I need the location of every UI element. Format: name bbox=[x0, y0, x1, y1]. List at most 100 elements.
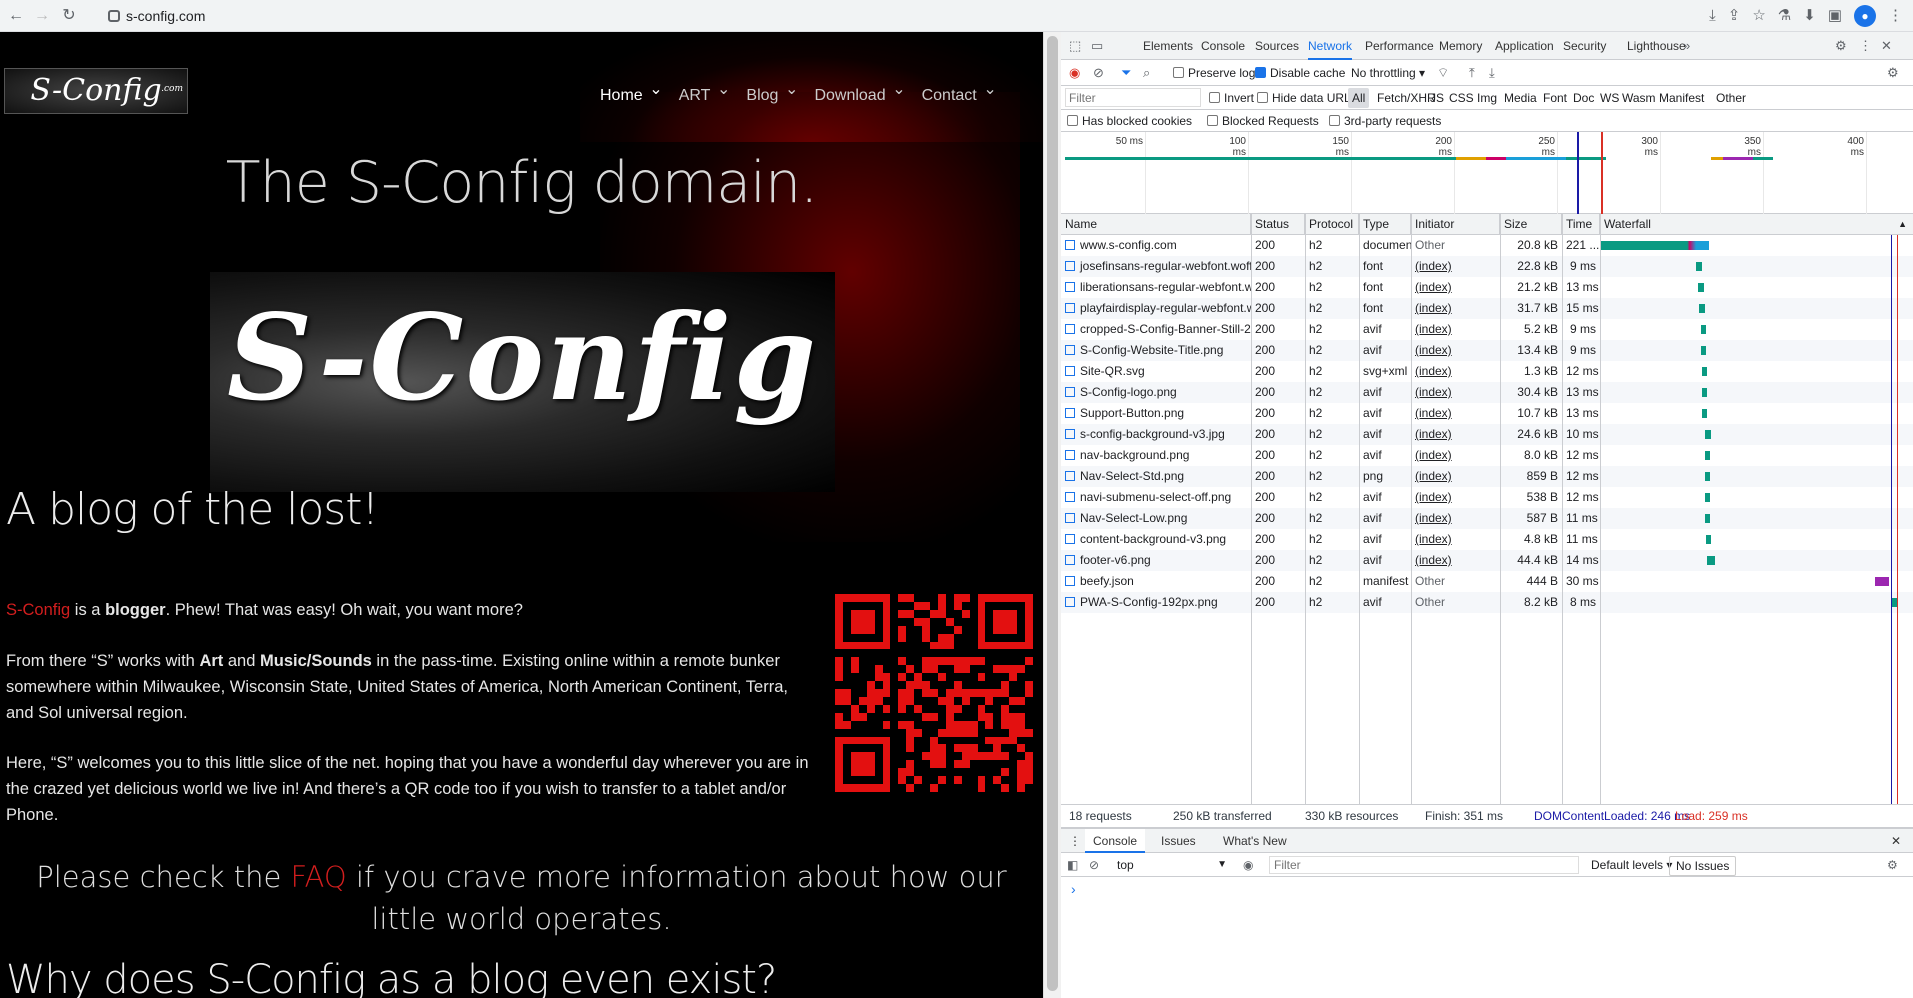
side-panel-icon[interactable]: ▣ bbox=[1828, 5, 1842, 27]
tab-security[interactable]: Security bbox=[1563, 32, 1606, 60]
device-toolbar-icon[interactable]: ▭ bbox=[1091, 36, 1103, 56]
clear-icon[interactable]: ⊘ bbox=[1093, 63, 1104, 83]
cell-initiator[interactable]: (index) bbox=[1411, 529, 1500, 550]
page-scrollbar[interactable] bbox=[1043, 32, 1061, 998]
scrollbar-thumb[interactable] bbox=[1047, 36, 1058, 991]
cell-initiator[interactable]: (index) bbox=[1411, 424, 1500, 445]
network-settings-icon[interactable]: ⚙ bbox=[1887, 63, 1899, 83]
menu-kebab-icon[interactable]: ⋮ bbox=[1888, 5, 1903, 27]
filter-funnel-icon[interactable]: ⏷ bbox=[1121, 63, 1131, 83]
col-size[interactable]: Size bbox=[1500, 214, 1562, 235]
s-config-link[interactable]: S-Config bbox=[6, 601, 70, 619]
tab-elements[interactable]: Elements bbox=[1143, 32, 1193, 60]
cell-initiator[interactable]: (index) bbox=[1411, 256, 1500, 277]
drawer-menu-icon[interactable]: ⋮ bbox=[1069, 829, 1081, 853]
cell-initiator[interactable]: (index) bbox=[1411, 403, 1500, 424]
type-filter-manifest[interactable]: Manifest bbox=[1659, 88, 1704, 108]
cell-initiator[interactable]: (index) bbox=[1411, 508, 1500, 529]
faq-link[interactable]: FAQ bbox=[291, 860, 347, 894]
tab-console[interactable]: Console bbox=[1201, 32, 1245, 60]
table-row[interactable]: footer-v6.png 200 h2 avif (index) 44.4 kB 14 m… bbox=[1061, 550, 1913, 571]
col-type[interactable]: Type bbox=[1359, 214, 1411, 235]
settings-gear-icon[interactable]: ⚙ bbox=[1835, 36, 1847, 56]
cell-initiator[interactable]: (index) bbox=[1411, 361, 1500, 382]
col-name[interactable]: Name bbox=[1061, 214, 1251, 235]
import-har-icon[interactable]: ⤒ bbox=[1469, 63, 1475, 83]
close-drawer-icon[interactable]: ✕ bbox=[1891, 829, 1901, 853]
nav-item-blog[interactable]: Blog bbox=[746, 70, 798, 116]
search-icon[interactable]: ⌕ bbox=[1143, 63, 1150, 83]
table-row[interactable]: liberationsans-regular-webfont.woff2 200 h… bbox=[1061, 277, 1913, 298]
preserve-log-checkbox[interactable]: Preserve log bbox=[1173, 63, 1255, 83]
type-filter-font[interactable]: Font bbox=[1543, 88, 1567, 108]
log-levels-select[interactable]: Default levels ▾ bbox=[1591, 853, 1672, 877]
clear-console-icon[interactable]: ⊘ bbox=[1089, 853, 1099, 877]
blocked-cookies-checkbox[interactable]: Has blocked cookies bbox=[1067, 111, 1192, 131]
forward-icon[interactable]: → bbox=[30, 5, 54, 27]
inspect-element-icon[interactable]: ⬚ bbox=[1069, 36, 1081, 56]
address-bar[interactable]: s-config.com bbox=[108, 4, 1608, 28]
table-row[interactable]: nav-background.png 200 h2 avif (index) 8.0 kB… bbox=[1061, 445, 1913, 466]
nav-item-art[interactable]: ART bbox=[679, 70, 730, 116]
cell-initiator[interactable]: (index) bbox=[1411, 466, 1500, 487]
cell-initiator[interactable]: (index) bbox=[1411, 445, 1500, 466]
install-icon[interactable]: ⤓ bbox=[1709, 5, 1716, 27]
drawer-tab-console[interactable]: Console bbox=[1085, 829, 1146, 853]
third-party-checkbox[interactable]: 3rd-party requests bbox=[1329, 111, 1441, 131]
bookmark-star-icon[interactable]: ☆ bbox=[1752, 5, 1765, 27]
disable-cache-checkbox[interactable]: Disable cache bbox=[1255, 63, 1345, 83]
tab-application[interactable]: Application bbox=[1495, 32, 1554, 60]
console-prompt[interactable]: › bbox=[1071, 881, 1076, 897]
tab-network[interactable]: Network bbox=[1308, 32, 1353, 60]
col-protocol[interactable]: Protocol bbox=[1305, 214, 1359, 235]
invert-checkbox[interactable]: Invert bbox=[1209, 88, 1254, 108]
type-filter-js[interactable]: JS bbox=[1430, 88, 1444, 108]
table-row[interactable]: Nav-Select-Std.png 200 h2 png (index) 859 B 12… bbox=[1061, 466, 1913, 487]
table-row[interactable]: navi-submenu-select-off.png 200 h2 avif (ind… bbox=[1061, 487, 1913, 508]
site-logo[interactable]: S-Config .com bbox=[4, 68, 188, 114]
table-row[interactable]: josefinsans-regular-webfont.woff2 200 h2 fo… bbox=[1061, 256, 1913, 277]
downloads-icon[interactable]: ⬇ bbox=[1803, 5, 1816, 27]
drawer-tab-whats-new[interactable]: What's New bbox=[1223, 829, 1287, 853]
type-filter-doc[interactable]: Doc bbox=[1573, 88, 1594, 108]
table-row[interactable]: Site-QR.svg 200 h2 svg+xml (index) 1.3 kB 12 m… bbox=[1061, 361, 1913, 382]
record-icon[interactable]: ◉ bbox=[1069, 63, 1080, 83]
labs-icon[interactable]: ⚗ bbox=[1778, 5, 1791, 27]
cell-initiator[interactable]: (index) bbox=[1411, 340, 1500, 361]
type-filter-other[interactable]: Other bbox=[1716, 88, 1746, 108]
drawer-tab-issues[interactable]: Issues bbox=[1161, 829, 1196, 853]
more-tabs-icon[interactable]: » bbox=[1683, 36, 1690, 56]
table-row[interactable]: cropped-S-Config-Banner-Still-240... 200 h… bbox=[1061, 319, 1913, 340]
type-filter-all[interactable]: All bbox=[1348, 88, 1370, 108]
nav-item-contact[interactable]: Contact bbox=[922, 70, 997, 116]
blocked-requests-checkbox[interactable]: Blocked Requests bbox=[1207, 111, 1319, 131]
table-row[interactable]: playfairdisplay-regular-webfont.woff2 200… bbox=[1061, 298, 1913, 319]
cell-initiator[interactable]: (index) bbox=[1411, 298, 1500, 319]
network-overview-timeline[interactable]: 50 ms 100 ms 150 ms 200 ms 250 ms 300 ms 350 m… bbox=[1061, 132, 1913, 214]
cell-initiator[interactable]: (index) bbox=[1411, 319, 1500, 340]
tab-performance[interactable]: Performance bbox=[1365, 32, 1434, 60]
table-row[interactable]: Support-Button.png 200 h2 avif (index) 10.7 k… bbox=[1061, 403, 1913, 424]
cell-initiator[interactable]: (index) bbox=[1411, 487, 1500, 508]
nav-item-home[interactable]: Home bbox=[600, 70, 662, 116]
profile-avatar[interactable]: ● bbox=[1854, 5, 1876, 27]
network-conditions-icon[interactable]: ⌔ bbox=[1437, 63, 1449, 83]
console-filter-input[interactable] bbox=[1269, 856, 1579, 874]
table-row[interactable]: beefy.json 200 h2 manifest Other 444 B 30 ms bbox=[1061, 571, 1913, 592]
type-filter-fetch[interactable]: Fetch/XHR bbox=[1377, 88, 1436, 108]
tab-sources[interactable]: Sources bbox=[1255, 32, 1299, 60]
console-settings-icon[interactable]: ⚙ bbox=[1887, 853, 1898, 877]
hide-data-urls-checkbox[interactable]: Hide data URLs bbox=[1257, 88, 1357, 108]
nav-item-download[interactable]: Download bbox=[814, 70, 905, 116]
col-waterfall[interactable]: Waterfall ▲ bbox=[1600, 214, 1913, 235]
table-row[interactable]: Nav-Select-Low.png 200 h2 avif (index) 587 B 1… bbox=[1061, 508, 1913, 529]
throttling-select[interactable]: No throttling ▾ bbox=[1351, 63, 1425, 83]
export-har-icon[interactable]: ⤓ bbox=[1489, 63, 1495, 83]
type-filter-img[interactable]: Img bbox=[1477, 88, 1497, 108]
type-filter-wasm[interactable]: Wasm bbox=[1622, 88, 1656, 108]
type-filter-ws[interactable]: WS bbox=[1600, 88, 1619, 108]
tab-lighthouse[interactable]: Lighthouse bbox=[1627, 32, 1686, 60]
table-row[interactable]: www.s-config.com 200 h2 document Other 20.8 k… bbox=[1061, 235, 1913, 256]
table-row[interactable]: S-Config-Website-Title.png 200 h2 avif (inde… bbox=[1061, 340, 1913, 361]
table-row[interactable]: content-background-v3.png 200 h2 avif (index… bbox=[1061, 529, 1913, 550]
